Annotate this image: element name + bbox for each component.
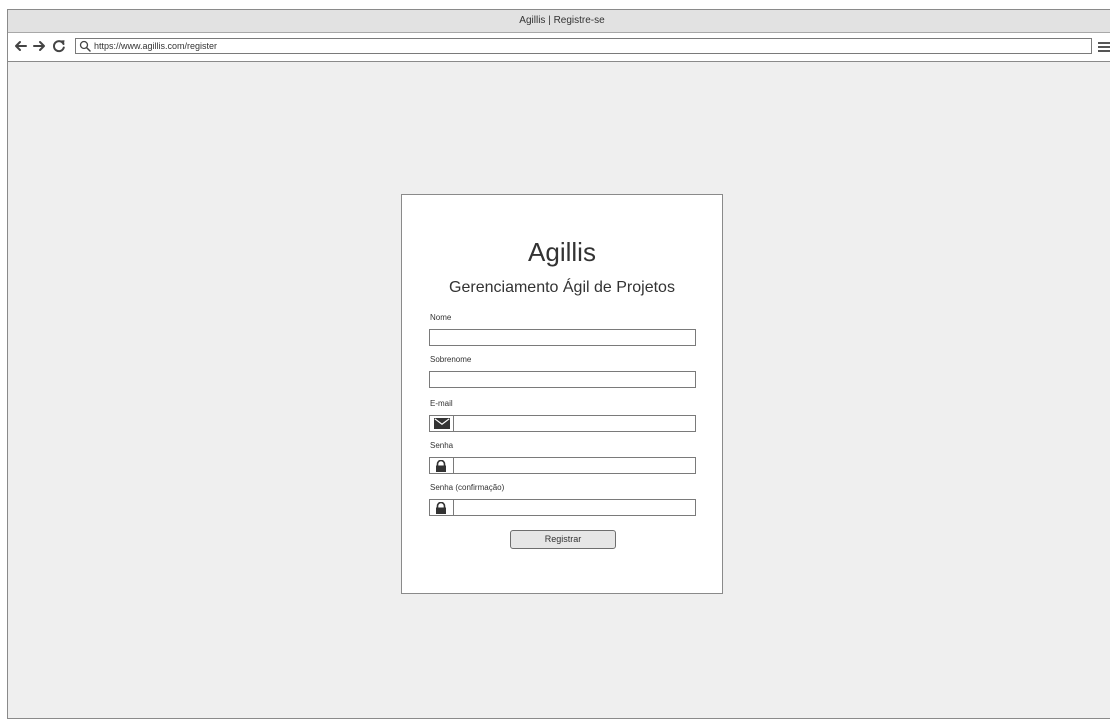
password-field[interactable] [429, 457, 696, 474]
email-field[interactable] [429, 415, 696, 432]
register-button[interactable]: Registrar [510, 530, 616, 549]
back-button[interactable] [14, 39, 28, 53]
lock-icon [436, 502, 446, 514]
lock-icon [436, 460, 446, 472]
reload-button[interactable] [52, 39, 66, 53]
email-label: E-mail [430, 399, 453, 408]
password-confirm-field[interactable] [429, 499, 696, 516]
first-name-label: Nome [430, 313, 452, 322]
password-confirm-label: Senha (confirmação) [430, 483, 505, 492]
browser-window: Agillis | Registre-se https://www.agilli… [7, 9, 1110, 719]
password-prefix [430, 458, 454, 473]
menu-button[interactable] [1098, 40, 1110, 52]
last-name-input[interactable] [429, 371, 696, 388]
forward-button[interactable] [32, 39, 46, 53]
last-name-label: Sobrenome [430, 355, 472, 364]
search-icon [79, 40, 91, 52]
url-text: https://www.agillis.com/register [94, 41, 218, 51]
password-confirm-prefix [430, 500, 454, 515]
browser-toolbar: https://www.agillis.com/register [8, 33, 1110, 62]
password-label: Senha [430, 441, 454, 450]
brand-title: Agillis [528, 237, 596, 267]
email-prefix [430, 416, 454, 431]
reload-icon [53, 40, 65, 53]
page-content: Agillis Gerenciamento Ágil de Projetos N… [8, 62, 1110, 718]
first-name-input[interactable] [429, 329, 696, 346]
address-bar[interactable]: https://www.agillis.com/register [75, 38, 1092, 54]
arrow-right-icon [33, 41, 45, 51]
hamburger-menu-icon [1098, 42, 1110, 52]
window-title: Agillis | Registre-se [8, 10, 1110, 33]
envelope-icon [434, 418, 450, 429]
brand-subtitle: Gerenciamento Ágil de Projetos [449, 279, 675, 296]
arrow-left-icon [15, 41, 27, 51]
register-card: Agillis Gerenciamento Ágil de Projetos N… [401, 194, 723, 594]
